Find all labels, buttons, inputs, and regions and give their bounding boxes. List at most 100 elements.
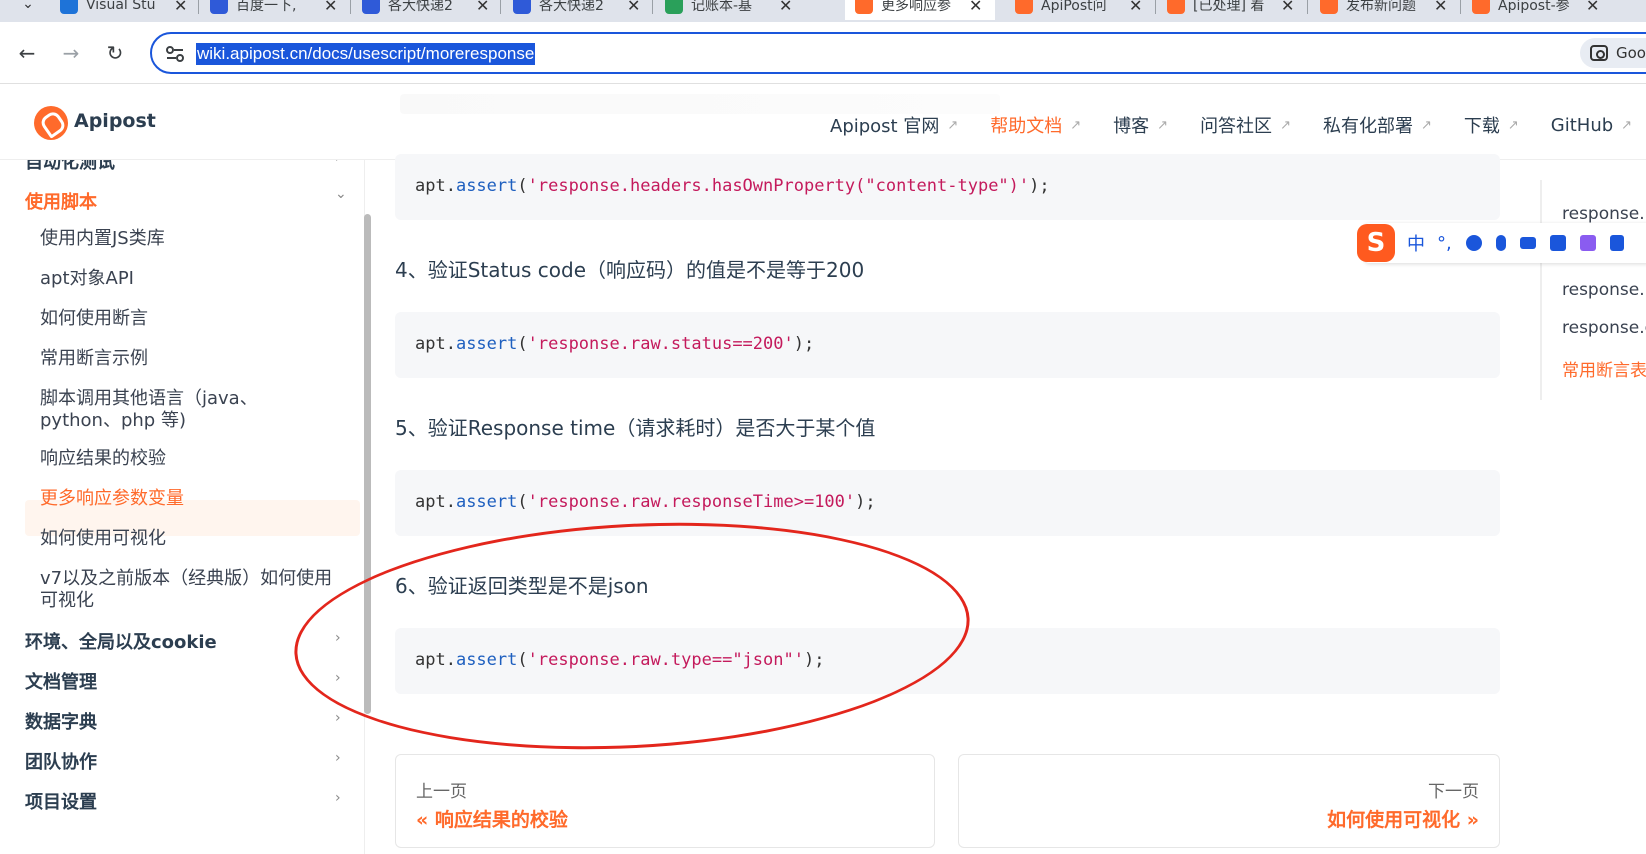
browser-tab[interactable]: 发布新问题 ✕ (1310, 0, 1457, 20)
close-icon[interactable]: ✕ (1129, 0, 1142, 15)
sidebar-item[interactable]: 如何使用可视化 (40, 528, 340, 550)
close-icon[interactable]: ✕ (1586, 0, 1599, 15)
nav-blog[interactable]: 博客 ↗ (1113, 112, 1168, 138)
external-link-icon: ↗ (1157, 117, 1169, 133)
next-page-link[interactable]: 下一页 如何使用可视化 » (958, 754, 1500, 848)
apipost-logo-icon[interactable] (34, 106, 68, 140)
external-link-icon: ↗ (1280, 117, 1291, 133)
map-pin-icon (665, 0, 683, 14)
apipost-icon (855, 0, 873, 14)
browser-tab[interactable]: 各大快递2 ✕ (503, 0, 650, 20)
sidebar-item-active[interactable]: 更多响应参数变量 (40, 488, 340, 510)
sidebar-item[interactable]: apt对象API (40, 268, 340, 290)
sidebar-item[interactable]: 如何使用断言 (40, 308, 340, 330)
toc-item[interactable]: response.h (1562, 280, 1646, 300)
ime-punctuation-toggle[interactable]: °, (1437, 233, 1452, 254)
url-text[interactable]: wiki.apipost.cn/docs/usescript/morerespo… (196, 43, 536, 65)
close-icon[interactable]: ✕ (779, 0, 792, 15)
nav-help-docs[interactable]: 帮助文档 ↗ (990, 112, 1081, 138)
sidebar-group-env[interactable]: 环境、全局以及cookie (25, 628, 217, 654)
chevron-down-icon[interactable]: ⌄ (335, 186, 347, 202)
nav-official-site[interactable]: Apipost 官网 ↗ (830, 112, 958, 138)
top-navigation: Apipost 官网 ↗ 帮助文档 ↗ 博客 ↗ 问答社区 ↗ 私有化部署 ↗ 下载 ↗ G… (830, 112, 1646, 138)
back-arrow-icon[interactable]: ← (14, 40, 40, 66)
tab-separator (1460, 0, 1461, 14)
close-icon[interactable]: ✕ (174, 0, 187, 15)
reload-icon[interactable]: ↻ (102, 40, 128, 66)
sidebar-item[interactable]: v7以及之前版本（经典版）如何使用可视化 (40, 568, 338, 612)
docs-sidebar: 自动化测试 › 使用脚本 ⌄ 使用内置JS类库 apt对象API 如何使用断言 … (0, 160, 365, 854)
nav-private-deploy[interactable]: 私有化部署 ↗ (1323, 112, 1432, 138)
sidebar-scrollbar[interactable] (364, 214, 371, 714)
chevron-right-icon[interactable]: › (335, 710, 341, 726)
code-block[interactable]: apt.assert('response.raw.responseTime>=1… (395, 470, 1500, 536)
chevron-right-icon[interactable]: › (335, 630, 341, 646)
toc-item[interactable]: response.r (1562, 204, 1646, 224)
grid-menu-icon[interactable] (1609, 235, 1624, 251)
external-link-icon: ↗ (1420, 117, 1432, 133)
code-block[interactable]: apt.assert('response.raw.type=="json"'); (395, 628, 1500, 694)
microphone-icon[interactable] (1495, 235, 1506, 251)
close-icon[interactable]: ✕ (324, 0, 337, 15)
site-brand[interactable]: Apipost (74, 110, 156, 132)
browser-tab[interactable]: [已处理] 着 ✕ (1157, 0, 1304, 20)
nav-download[interactable]: 下载 ↗ (1464, 112, 1519, 138)
chevron-right-icon[interactable]: › (335, 750, 341, 766)
sidebar-group-team[interactable]: 团队协作 (25, 748, 97, 774)
scrolled-content-shadow (400, 94, 1000, 114)
close-icon[interactable]: ✕ (476, 0, 489, 15)
browser-tab[interactable]: Visual Stu ✕ (50, 0, 197, 20)
toc-item[interactable]: response.c (1562, 318, 1646, 338)
sidebar-group-project[interactable]: 项目设置 (25, 788, 97, 814)
prev-page-link[interactable]: 上一页 « 响应结果的校验 (395, 754, 935, 848)
close-icon[interactable]: ✕ (969, 0, 982, 15)
browser-tab[interactable]: 记账本-基 ✕ (655, 0, 802, 20)
section-heading: 4、验证Status code（响应码）的值是不是等于200 (395, 258, 865, 282)
browser-tab[interactable]: ApiPost问 ✕ (1005, 0, 1152, 20)
browser-tab[interactable]: 百度一下, ✕ (200, 0, 347, 20)
code-block[interactable]: apt.assert('response.headers.hasOwnPrope… (395, 154, 1500, 220)
toc-item-active[interactable]: 常用断言表 (1562, 356, 1646, 381)
browser-tab[interactable]: 各大快递2 ✕ (352, 0, 499, 20)
sidebar-group-dictionary[interactable]: 数据字典 (25, 708, 97, 734)
code-block[interactable]: apt.assert('response.raw.status==200'); (395, 312, 1500, 378)
nav-community[interactable]: 问答社区 ↗ (1200, 112, 1291, 138)
prev-page-label: 上一页 (416, 782, 467, 802)
chevron-right-icon[interactable]: › (335, 790, 341, 806)
user-card-icon[interactable] (1549, 235, 1566, 251)
apipost-icon (1167, 0, 1185, 14)
close-icon[interactable]: ✕ (1434, 0, 1447, 15)
close-icon[interactable]: ✕ (1281, 0, 1294, 15)
browser-tab-active[interactable]: 更多响应参 ✕ (845, 0, 995, 20)
ime-mode-toggle[interactable]: 中 (1407, 230, 1425, 256)
chevron-right-icon[interactable]: › (335, 160, 341, 166)
external-link-icon: ↗ (1507, 117, 1519, 133)
sidebar-item[interactable]: 响应结果的校验 (40, 448, 340, 470)
chevron-right-icon[interactable]: › (335, 670, 341, 686)
table-of-contents: response.r response.h response.c 常用断言表 (1540, 180, 1646, 400)
site-header: Apipost Apipost 官网 ↗ 帮助文档 ↗ 博客 ↗ 问答社区 ↗ 私有化部… (0, 84, 1646, 160)
keyboard-icon[interactable] (1519, 237, 1536, 249)
ime-toolbar[interactable]: S 中 °, (1357, 223, 1646, 263)
sidebar-item[interactable]: 常用断言示例 (40, 348, 340, 370)
sogou-logo-icon[interactable]: S (1357, 224, 1395, 262)
google-lens-button[interactable]: Goo (1580, 38, 1646, 68)
tab-separator (500, 0, 501, 14)
baidu-icon (362, 0, 380, 14)
section-heading: 5、验证Response time（请求耗时）是否大于某个值 (395, 416, 876, 440)
browser-tab[interactable]: Apipost-参 ✕ (1462, 0, 1609, 20)
sidebar-group-automation[interactable]: 自动化测试 (25, 160, 115, 174)
sidebar-item[interactable]: 脚本调用其他语言（java、python、php 等) (40, 388, 330, 432)
address-bar[interactable]: wiki.apipost.cn/docs/usescript/morerespo… (150, 32, 1646, 74)
nav-github[interactable]: GitHub ↗ (1551, 112, 1632, 138)
sidebar-group-docs[interactable]: 文档管理 (25, 668, 97, 694)
emoji-icon[interactable] (1465, 235, 1482, 251)
skin-icon[interactable] (1579, 235, 1596, 251)
close-icon[interactable]: ✕ (627, 0, 640, 15)
site-settings-icon[interactable] (164, 43, 186, 65)
forward-arrow-icon[interactable]: → (58, 40, 84, 66)
sidebar-group-scripts[interactable]: 使用脚本 (25, 188, 97, 214)
baidu-icon (513, 0, 531, 14)
tab-search-chevron-icon[interactable]: ⌄ (14, 0, 42, 16)
sidebar-item[interactable]: 使用内置JS类库 (40, 228, 340, 250)
